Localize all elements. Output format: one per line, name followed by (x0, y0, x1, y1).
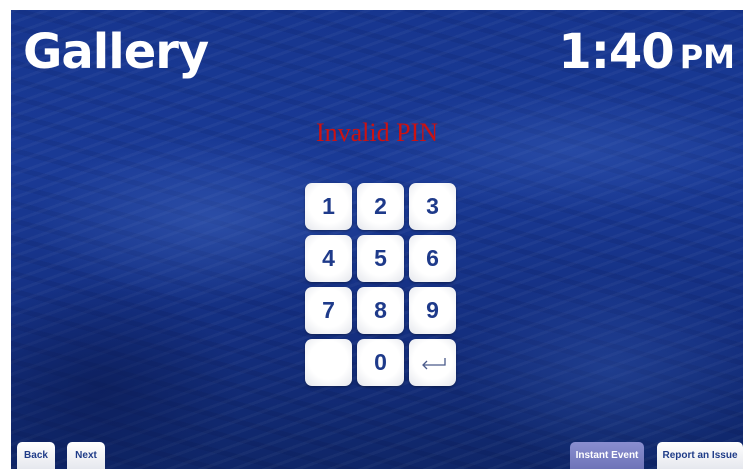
key-4[interactable]: 4 (305, 235, 352, 282)
backspace-arrow-icon (421, 357, 446, 369)
key-6[interactable]: 6 (409, 235, 456, 282)
pin-keypad: 1 2 3 4 5 6 7 8 9 0 (305, 183, 457, 386)
key-blank (305, 339, 352, 386)
page-title: Gallery (23, 24, 209, 80)
back-button[interactable]: Back (17, 442, 55, 469)
key-0[interactable]: 0 (357, 339, 404, 386)
key-5[interactable]: 5 (357, 235, 404, 282)
clock-time: 1:40 (558, 24, 674, 80)
clock: 1:40 PM (558, 24, 735, 80)
key-2[interactable]: 2 (357, 183, 404, 230)
next-button[interactable]: Next (67, 442, 105, 469)
key-7[interactable]: 7 (305, 287, 352, 334)
instant-event-button[interactable]: Instant Event (570, 442, 644, 469)
error-message: Invalid PIN (315, 118, 439, 147)
key-1[interactable]: 1 (305, 183, 352, 230)
report-issue-button[interactable]: Report an Issue (657, 442, 743, 469)
kiosk-screen: Gallery 1:40 PM Invalid PIN 1 2 3 4 5 6 7… (11, 10, 743, 469)
key-backspace[interactable] (409, 339, 456, 386)
key-9[interactable]: 9 (409, 287, 456, 334)
key-8[interactable]: 8 (357, 287, 404, 334)
clock-ampm: PM (679, 38, 735, 76)
key-3[interactable]: 3 (409, 183, 456, 230)
